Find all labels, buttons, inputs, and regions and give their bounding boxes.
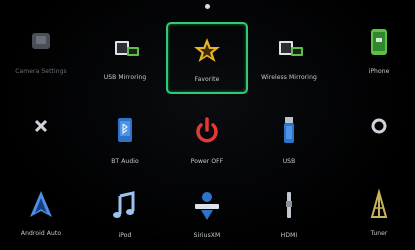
- siriusxm-tile[interactable]: SiriusXM: [166, 178, 248, 250]
- power-off-tile[interactable]: Power OFF: [166, 104, 248, 176]
- close-icon: [21, 108, 61, 146]
- close-tile[interactable]: [0, 98, 82, 170]
- camera-settings-tile[interactable]: Camera Settings: [0, 14, 82, 86]
- usb-icon: [269, 114, 309, 152]
- camera-settings-icon: [21, 24, 61, 62]
- gear-icon: [359, 108, 399, 146]
- app-menu-screen: Camera Settings USB Mirroring Favorite W…: [0, 0, 415, 250]
- settings-tile[interactable]: [338, 98, 415, 170]
- tile-label: BT Audio: [111, 158, 139, 165]
- tile-label: Tuner: [370, 230, 388, 237]
- tile-label: USB: [282, 158, 296, 165]
- tile-label: USB Mirroring: [103, 74, 147, 81]
- favorite-tile[interactable]: Favorite: [166, 22, 248, 94]
- bluetooth-audio-icon: [105, 114, 145, 152]
- tile-label: Favorite: [194, 76, 220, 83]
- wireless-mirroring-tile[interactable]: Wireless Mirroring: [248, 20, 330, 92]
- music-note-icon: [105, 188, 145, 226]
- wireless-mirroring-icon: [269, 30, 309, 68]
- star-icon: [187, 32, 227, 70]
- siriusxm-icon: [187, 188, 227, 226]
- tile-label: Camera Settings: [15, 68, 67, 75]
- usb-mirroring-tile[interactable]: USB Mirroring: [84, 20, 166, 92]
- tile-label: iPhone: [368, 68, 390, 75]
- tile-label: HDMI: [280, 232, 298, 239]
- hdmi-tile[interactable]: HDMI: [248, 178, 330, 250]
- tile-label: SiriusXM: [193, 232, 221, 239]
- page-indicator-dot: [205, 4, 210, 9]
- android-auto-icon: [21, 186, 61, 224]
- ipod-tile[interactable]: iPod: [84, 178, 166, 250]
- hdmi-icon: [269, 188, 309, 226]
- tile-label: Power OFF: [190, 158, 224, 165]
- tile-label: Wireless Mirroring: [261, 74, 317, 81]
- tuner-tile[interactable]: Tuner: [338, 176, 415, 248]
- bt-audio-tile[interactable]: BT Audio: [84, 104, 166, 176]
- android-auto-tile[interactable]: Android Auto: [0, 176, 82, 248]
- usb-mirroring-icon: [105, 30, 145, 68]
- tile-label: Android Auto: [20, 230, 62, 237]
- tile-label: iPod: [118, 232, 132, 239]
- iphone-tile[interactable]: iPhone: [338, 14, 415, 86]
- power-icon: [187, 114, 227, 152]
- phone-icon: [359, 24, 399, 62]
- usb-tile[interactable]: USB: [248, 104, 330, 176]
- radio-tower-icon: [359, 186, 399, 224]
